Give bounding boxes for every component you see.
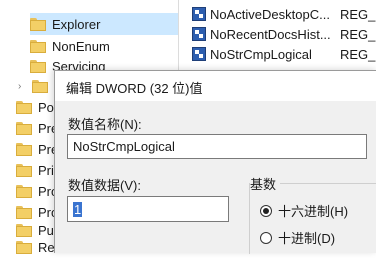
value-name: NoActiveDesktopC... [210,6,330,22]
value-name: NoStrCmpLogical [210,46,312,62]
value-type: REG_ [340,46,376,62]
registry-editor-window: Explorer NonEnum Servicing › S Pow Pre P… [0,0,376,255]
radio-selected-icon[interactable] [260,204,272,217]
dword-value-icon [192,47,206,61]
tree-item-label: NonEnum [52,38,110,54]
tree-item-explorer[interactable]: Explorer [30,13,178,35]
radio-dec-label: 十进制(D) [278,231,336,246]
value-row[interactable]: NoActiveDesktopC... REG_ [180,4,376,24]
value-data-label: 数值数据(V): [68,178,141,193]
value-data-input[interactable]: 1 [67,196,229,222]
value-name-field[interactable]: NoStrCmpLogical [67,134,367,159]
tree-item-pre-1[interactable]: Pre [16,117,58,139]
radio-hexadecimal[interactable]: 十六进制(H) [260,201,348,220]
value-row[interactable]: NoStrCmpLogical REG_ [180,44,376,64]
folder-icon [30,39,46,53]
folder-icon [16,223,32,237]
radio-decimal[interactable]: 十进制(D) [260,228,335,247]
values-list: NoActiveDesktopC... REG_ NoRecentDocsHis… [180,0,376,64]
folder-icon [30,17,46,31]
edit-dword-dialog: 编辑 DWORD (32 位)值 数值名称(N): NoStrCmpLogica… [54,70,376,254]
base-label: 基数 [250,174,281,193]
value-row[interactable]: NoRecentDocsHist... REG_ [180,24,376,44]
folder-icon [16,163,32,177]
radio-hex-label: 十六进制(H) [278,204,349,219]
folder-icon [32,79,48,93]
value-name: NoRecentDocsHist... [210,26,330,42]
value-type: REG_ [340,26,376,42]
dialog-titlebar[interactable]: 编辑 DWORD (32 位)值 [55,71,376,101]
tree-item-pro-1[interactable]: Pro [16,180,58,202]
chevron-right-icon[interactable]: › [18,81,28,92]
dword-value-icon [192,7,206,21]
value-name-label: 数值名称(N): [68,117,142,132]
folder-icon [30,59,46,73]
folder-icon [16,184,32,198]
dialog-title: 编辑 DWORD (32 位)值 [66,81,203,96]
radio-unselected-icon[interactable] [260,231,272,244]
value-name-text: NoStrCmpLogical [73,139,175,154]
folder-icon [16,142,32,156]
folder-icon [16,121,32,135]
dword-value-icon [192,27,206,41]
value-type: REG_ [340,6,376,22]
folder-icon [16,100,32,114]
value-data-text: 1 [73,201,83,217]
folder-icon [16,205,32,219]
tree-item-nonenum[interactable]: NonEnum [30,35,110,57]
tree-item-pre-2[interactable]: Pre [16,138,58,160]
tree-item-label: Explorer [52,16,101,32]
